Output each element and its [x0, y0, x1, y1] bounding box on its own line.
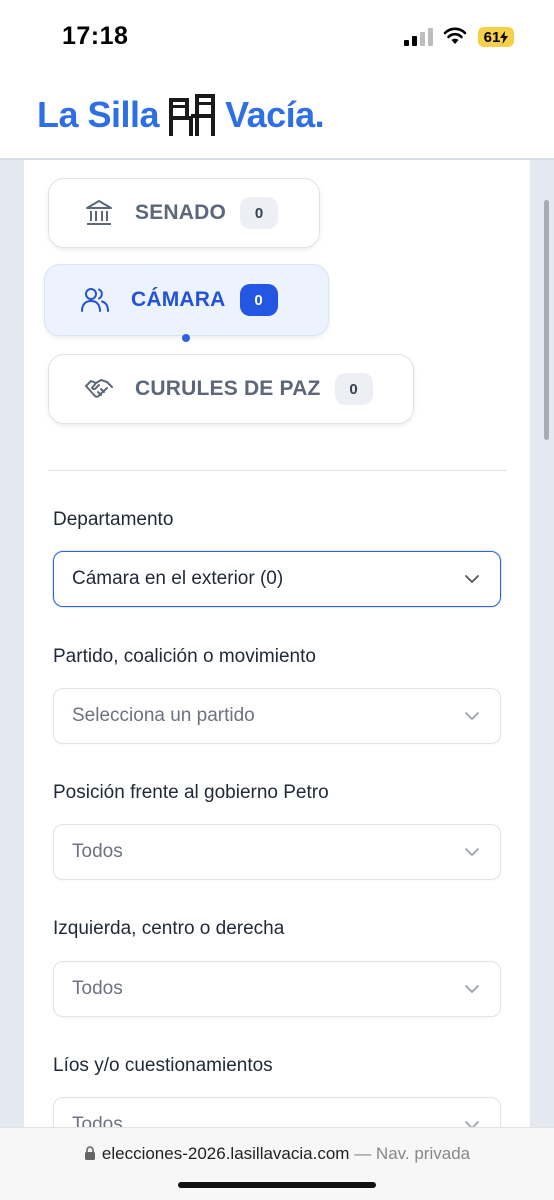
filter-label-departamento: Departamento	[53, 509, 174, 530]
filter-label-lios: Líos y/o cuestionamientos	[53, 1055, 273, 1076]
chamber-button-senado[interactable]: SENADO 0	[48, 178, 320, 248]
users-icon	[81, 288, 109, 312]
scrollbar[interactable]	[544, 200, 549, 440]
chamber-button-curules-de-paz[interactable]: CURULES DE PAZ 0	[48, 354, 414, 424]
chevron-down-icon	[465, 575, 479, 584]
logo-text-right: Vacía.	[225, 94, 325, 135]
status-time: 17:18	[62, 22, 129, 50]
active-indicator-dot	[182, 334, 190, 342]
partido-select-placeholder: Selecciona un partido	[72, 705, 255, 726]
cellular-signal-icon	[404, 28, 433, 46]
wifi-icon	[443, 27, 467, 44]
handshake-icon	[85, 379, 113, 398]
departamento-select[interactable]: Cámara en el exterior (0)	[53, 551, 501, 607]
chamber-count-senado: 0	[240, 197, 279, 229]
filter-label-partido: Partido, coalición o movimiento	[53, 646, 316, 667]
battery-indicator: 61	[478, 27, 514, 47]
url-domain: elecciones-2026.lasillavacia.com	[101, 1144, 350, 1163]
chamber-label-camara: CÁMARA	[131, 288, 226, 311]
logo-text-left: La Silla	[37, 94, 160, 135]
browser-address-bar[interactable]: elecciones-2026.lasillavacia.com — Nav. …	[0, 1127, 554, 1200]
chamber-button-camara[interactable]: CÁMARA 0	[44, 264, 329, 336]
charging-bolt-icon	[500, 30, 509, 44]
filter-label-posicion: Posición frente al gobierno Petro	[53, 782, 329, 803]
section-divider	[48, 470, 507, 471]
chamber-count-curules: 0	[334, 373, 373, 405]
chamber-count-camara: 0	[239, 284, 278, 316]
status-bar: 17:18 61	[0, 0, 554, 70]
building-columns-icon	[86, 200, 112, 225]
battery-level: 61	[483, 28, 501, 46]
home-indicator[interactable]	[178, 1182, 376, 1188]
filter-label-ideologia: Izquierda, centro o derecha	[53, 918, 285, 939]
chamber-label-senado: SENADO	[135, 201, 227, 224]
chairs-logo-icon	[169, 94, 216, 136]
chevron-down-icon	[465, 712, 479, 721]
partido-select[interactable]: Selecciona un partido	[53, 688, 501, 744]
chevron-down-icon	[465, 985, 479, 994]
departamento-select-value: Cámara en el exterior (0)	[72, 568, 284, 589]
chevron-down-icon	[465, 848, 479, 857]
lock-icon	[84, 1146, 95, 1160]
address-text[interactable]: elecciones-2026.lasillavacia.com — Nav. …	[0, 1144, 554, 1164]
chamber-label-curules: CURULES DE PAZ	[135, 377, 321, 400]
ideologia-select[interactable]: Todos	[53, 961, 501, 1017]
posicion-select[interactable]: Todos	[53, 824, 501, 880]
ideologia-select-value: Todos	[72, 978, 123, 999]
posicion-select-value: Todos	[72, 841, 123, 862]
site-logo[interactable]: La Silla Vacía.	[37, 92, 325, 138]
site-header: La Silla Vacía.	[0, 70, 554, 160]
private-browsing-label: — Nav. privada	[354, 1144, 471, 1163]
